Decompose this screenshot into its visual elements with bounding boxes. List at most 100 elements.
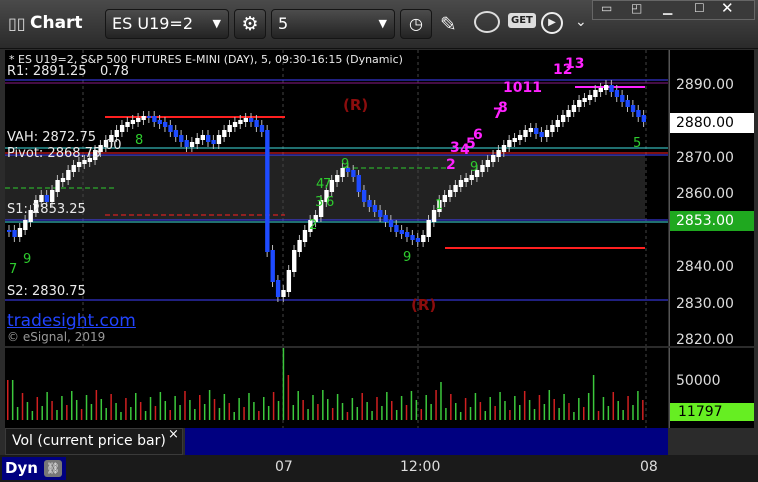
- candle: [528, 128, 534, 132]
- price-tick: 2830.00: [676, 296, 734, 312]
- volume-bar: [519, 405, 521, 420]
- candle: [157, 120, 162, 124]
- volume-bar: [228, 403, 231, 420]
- volume-bar: [459, 412, 462, 420]
- candle: [544, 130, 550, 137]
- candle: [189, 142, 195, 147]
- price-tick: 2820.00: [676, 332, 734, 348]
- candle: [501, 145, 507, 152]
- interval-dropdown[interactable]: 5 ▼: [271, 9, 395, 39]
- volume-bar: [415, 400, 418, 420]
- volume-bar: [199, 395, 201, 420]
- volume-bar: [144, 411, 147, 420]
- volume-bar: [405, 405, 408, 420]
- volume-pane[interactable]: [5, 348, 668, 428]
- volume-bar: [56, 410, 58, 420]
- volume-bar: [351, 398, 354, 420]
- interval-value: 5: [278, 14, 289, 33]
- candle: [614, 90, 620, 97]
- volume-bar: [120, 412, 122, 420]
- count-green: 9: [403, 250, 412, 265]
- volume-bar: [528, 400, 531, 420]
- volume-bar: [149, 397, 152, 420]
- volume-bar: [139, 402, 142, 420]
- clock-icon[interactable]: ◷: [400, 9, 432, 39]
- candle: [265, 130, 270, 252]
- candle: [636, 110, 641, 117]
- candle: [211, 140, 216, 144]
- volume-bar: [568, 403, 570, 420]
- study-icon[interactable]: [474, 11, 500, 33]
- candle: [152, 116, 157, 122]
- price-axis[interactable]: 2890.00 2880.00 2870.00 2860.00 2853.00 …: [669, 50, 754, 348]
- candle: [378, 210, 383, 217]
- candle: [195, 138, 200, 144]
- pencil-icon[interactable]: ✎: [440, 12, 457, 36]
- price-chart-pane[interactable]: * ES U19=2, S&P 500 FUTURES E-MINI (DAY)…: [5, 50, 668, 346]
- candle: [356, 175, 361, 192]
- volume-bar: [287, 375, 290, 420]
- candle: [270, 250, 275, 282]
- volume-bar: [578, 398, 580, 420]
- count-green: 4: [316, 177, 325, 192]
- volume-bar: [322, 390, 324, 420]
- volume-bar: [297, 391, 299, 420]
- play-icon[interactable]: ▶: [541, 12, 563, 34]
- volume-axis: 50000 11797: [669, 348, 754, 428]
- volume-bar: [445, 408, 447, 420]
- volume-bar: [26, 402, 29, 420]
- volume-legend-label: Vol (current price bar): [12, 433, 166, 449]
- volume-tick: 50000: [676, 373, 721, 389]
- volume-bar: [21, 393, 24, 420]
- volume-bar: [282, 348, 285, 420]
- volume-bar: [622, 410, 624, 420]
- volume-bar: [248, 393, 250, 420]
- volume-bar: [90, 404, 93, 420]
- get-data-icon[interactable]: GET: [508, 13, 536, 28]
- settings-gear-icon[interactable]: ⚙: [234, 9, 266, 39]
- window-title: Chart: [30, 13, 83, 33]
- candle: [162, 122, 168, 127]
- volume-bar: [479, 402, 482, 420]
- candle: [361, 190, 367, 202]
- candle: [630, 105, 636, 112]
- candle: [297, 240, 302, 252]
- minimize-icon[interactable]: ▁: [663, 1, 672, 15]
- volume-bar: [223, 394, 226, 420]
- volume-bar: [543, 404, 546, 420]
- link-icon[interactable]: ⛓: [44, 460, 62, 477]
- candle: [7, 230, 12, 232]
- volume-bar: [75, 400, 78, 420]
- s2-label: S2: 2830.75: [7, 284, 86, 299]
- volume-legend[interactable]: Vol (current price bar): [5, 428, 183, 455]
- symbol-dropdown[interactable]: ES U19=2 ▼: [105, 9, 229, 39]
- restore-icon[interactable]: ◰: [631, 1, 642, 15]
- volume-bar: [341, 403, 344, 420]
- candle: [275, 280, 281, 297]
- candle: [351, 170, 356, 177]
- candle: [249, 118, 254, 122]
- volume-bar: [169, 410, 171, 420]
- volume-bar: [41, 406, 43, 420]
- volume-bar: [632, 405, 634, 420]
- window-controls: ▭ ◰ ▁ ☐ ✕: [592, 0, 755, 20]
- close-study-icon[interactable]: ×: [168, 427, 179, 442]
- candle: [517, 135, 523, 140]
- pin-icon[interactable]: ▭: [601, 1, 612, 15]
- candle: [603, 85, 609, 90]
- time-tick: 12:00: [400, 459, 441, 475]
- candle: [232, 122, 238, 127]
- close-icon[interactable]: ✕: [721, 0, 734, 17]
- candle: [222, 130, 227, 137]
- volume-bar: [386, 392, 388, 420]
- volume-bar: [523, 391, 526, 420]
- chevron-down-icon[interactable]: ⌄: [575, 14, 587, 30]
- chevron-down-icon: ▼: [212, 17, 221, 30]
- volume-bar: [573, 412, 575, 420]
- candle: [114, 130, 119, 137]
- volume-bar: [317, 404, 319, 420]
- maximize-icon[interactable]: ☐: [694, 1, 705, 15]
- volume-bar: [440, 382, 442, 420]
- candle: [168, 125, 173, 132]
- volume-bar: [469, 407, 472, 420]
